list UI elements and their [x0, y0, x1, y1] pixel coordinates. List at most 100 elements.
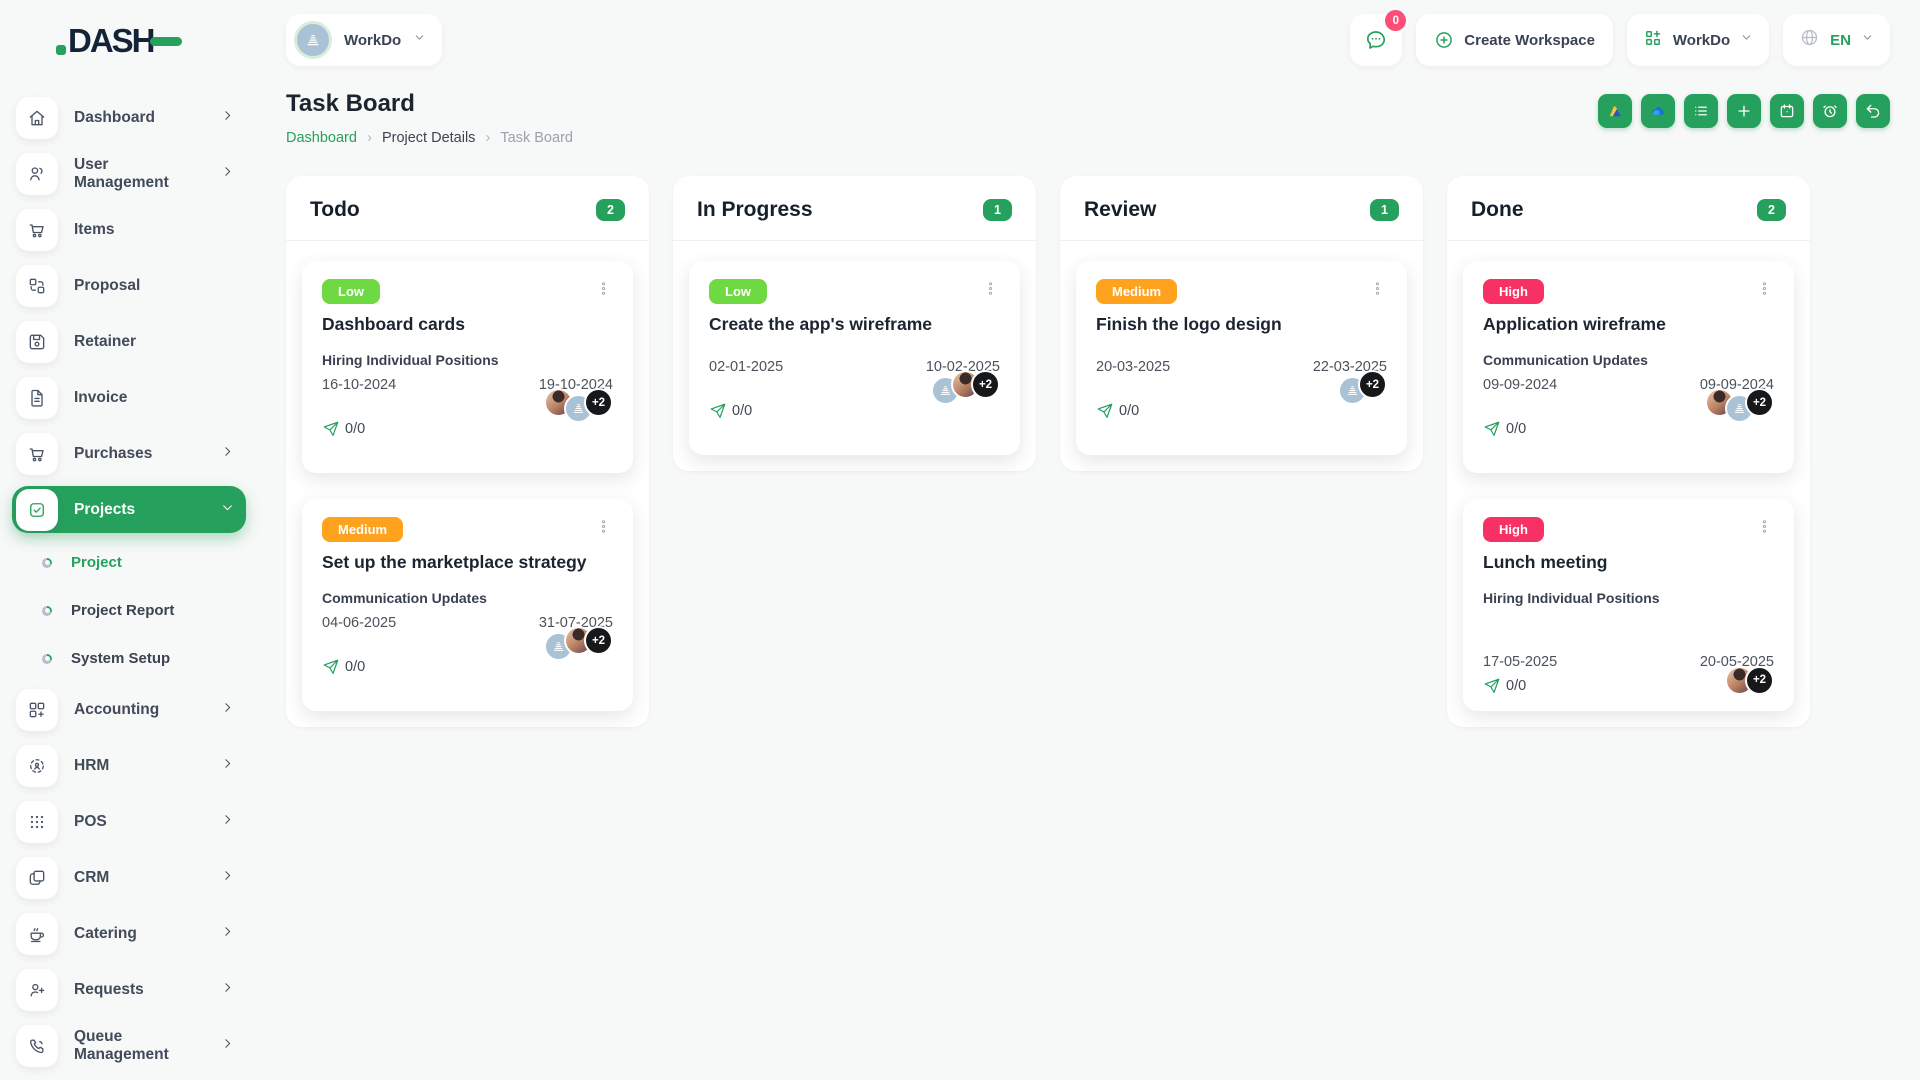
reminder-button[interactable]: [1813, 94, 1847, 128]
google-drive-button[interactable]: [1598, 94, 1632, 128]
sidebar-item-items[interactable]: Items: [12, 206, 246, 253]
sidebar-item-hrm[interactable]: HRM: [12, 742, 246, 789]
sidebar-subitem-project-report[interactable]: Project Report: [12, 590, 246, 631]
sidebar-item-label: Accounting: [74, 700, 160, 718]
column-in-progress: In Progress 1 Low Create the app's wiref…: [673, 176, 1036, 471]
task-card[interactable]: High Application wireframe Communication…: [1463, 261, 1794, 473]
logo-dot: [56, 45, 66, 55]
send-icon: [323, 421, 339, 436]
kebab-menu-icon[interactable]: [594, 517, 613, 541]
task-card[interactable]: Low Dashboard cards Hiring Individual Po…: [302, 261, 633, 473]
sidebar-item-projects[interactable]: Projects: [12, 486, 246, 533]
breadcrumb-current: Task Board: [500, 129, 573, 146]
dots-grid-icon: [16, 800, 58, 843]
home-icon: [16, 96, 58, 139]
assignee-avatars: +2: [1705, 388, 1774, 457]
list-view-button[interactable]: [1684, 94, 1718, 128]
sidebar-subitem-project[interactable]: Project: [12, 542, 246, 583]
exchange-boxes-icon: [16, 264, 58, 307]
sidebar-item-label: Dashboard: [74, 108, 155, 126]
sidebar-item-queue-management[interactable]: Queue Management: [12, 1022, 246, 1069]
start-date: 20-03-2025: [1096, 359, 1171, 375]
topbar: WorkDo 0 Create Workspace WorkDo EN: [286, 10, 1890, 68]
add-task-button[interactable]: [1727, 94, 1761, 128]
task-card[interactable]: Medium Finish the logo design 20-03-2025…: [1076, 261, 1407, 455]
avatar-more-count: +2: [1358, 370, 1387, 399]
google-drive-icon: [1609, 105, 1621, 117]
sidebar-item-label: Invoice: [74, 388, 128, 406]
messages-button[interactable]: 0: [1350, 10, 1407, 66]
language-dropdown[interactable]: EN: [1783, 14, 1890, 66]
sidebar-item-crm[interactable]: CRM: [12, 854, 246, 901]
workspace-selector[interactable]: WorkDo: [286, 14, 443, 66]
back-button[interactable]: [1856, 94, 1890, 128]
breadcrumb: Dashboard › Project Details › Task Board: [286, 129, 573, 146]
sidebar-item-label: HRM: [74, 756, 110, 774]
column-name: In Progress: [697, 198, 813, 221]
subtask-progress: 0/0: [322, 420, 365, 438]
sidebar-nav: Dashboard User Management Items Proposal…: [0, 94, 258, 1069]
kebab-menu-icon[interactable]: [1755, 517, 1774, 541]
task-card[interactable]: Medium Set up the marketplace strategy C…: [302, 499, 633, 711]
task-title: Set up the marketplace strategy: [322, 552, 587, 572]
chat-icon: [1367, 31, 1386, 49]
onedrive-button[interactable]: [1641, 94, 1675, 128]
kebab-menu-icon[interactable]: [1368, 279, 1387, 303]
chevron-down-icon: [221, 501, 234, 519]
assignee-avatars: +2: [931, 370, 1000, 439]
app-menu-dropdown[interactable]: WorkDo: [1626, 14, 1770, 66]
priority-badge: High: [1483, 279, 1544, 304]
board-toolbar: [1598, 94, 1890, 128]
task-title: Finish the logo design: [1096, 314, 1282, 334]
sidebar-item-pos[interactable]: POS: [12, 798, 246, 845]
user-plus-icon: [16, 968, 58, 1011]
sidebar-item-catering[interactable]: Catering: [12, 910, 246, 957]
undo-arrow-icon: [1866, 104, 1880, 118]
plus-icon: [1738, 105, 1750, 117]
breadcrumb-dashboard[interactable]: Dashboard: [286, 130, 357, 146]
task-milestone: Hiring Individual Positions: [1483, 590, 1660, 606]
sidebar-item-requests[interactable]: Requests: [12, 966, 246, 1013]
assignee-avatars: +2: [1725, 665, 1774, 695]
task-title: Create the app's wireframe: [709, 314, 932, 334]
column-review: Review 1 Medium Finish the logo design 2…: [1060, 176, 1423, 471]
globe-icon: [1799, 27, 1820, 53]
assignee-avatars: +2: [544, 626, 613, 695]
avatar-more-count: +2: [584, 626, 613, 655]
create-workspace-button[interactable]: Create Workspace: [1416, 14, 1613, 66]
column-todo: Todo 2 Low Dashboard cards Hiring Indivi…: [286, 176, 649, 727]
task-card[interactable]: High Lunch meeting Hiring Individual Pos…: [1463, 499, 1794, 711]
task-card[interactable]: Low Create the app's wireframe 02-01-202…: [689, 261, 1020, 455]
column-body: Low Create the app's wireframe 02-01-202…: [673, 241, 1036, 471]
start-date: 16-10-2024: [322, 377, 397, 393]
sidebar-item-proposal[interactable]: Proposal: [12, 262, 246, 309]
column-header: Review 1: [1060, 176, 1423, 241]
sidebar-item-purchases[interactable]: Purchases: [12, 430, 246, 477]
chevron-right-icon: [221, 869, 234, 887]
sidebar-subitem-label: Project: [71, 554, 122, 571]
sidebar-item-dashboard[interactable]: Dashboard: [12, 94, 246, 141]
kebab-menu-icon[interactable]: [594, 279, 613, 303]
grid-plus-icon: [16, 688, 58, 731]
column-name: Done: [1471, 198, 1524, 221]
column-header: Todo 2: [286, 176, 649, 241]
logo-dash: [149, 36, 182, 46]
column-body: Low Dashboard cards Hiring Individual Po…: [286, 241, 649, 727]
sidebar-item-retainer[interactable]: Retainer: [12, 318, 246, 365]
phone-call-icon: [16, 1024, 58, 1067]
sidebar-item-label: User Management: [74, 155, 169, 191]
send-icon: [1097, 403, 1113, 418]
plus-circle-icon: [1436, 32, 1453, 48]
sidebar-subitem-system-setup[interactable]: System Setup: [12, 638, 246, 679]
sidebar-item-label: Proposal: [74, 276, 141, 294]
chevron-down-icon: [1740, 31, 1753, 49]
sidebar-item-invoice[interactable]: Invoice: [12, 374, 246, 421]
sidebar-item-user-management[interactable]: User Management: [12, 150, 246, 197]
kebab-menu-icon[interactable]: [1755, 279, 1774, 303]
column-body: Medium Finish the logo design 20-03-2025…: [1060, 241, 1423, 471]
breadcrumb-project-details[interactable]: Project Details: [382, 130, 475, 146]
kebab-menu-icon[interactable]: [981, 279, 1000, 303]
sidebar-item-accounting[interactable]: Accounting: [12, 686, 246, 733]
ring-bullet-icon: [42, 653, 52, 664]
calendar-button[interactable]: [1770, 94, 1804, 128]
